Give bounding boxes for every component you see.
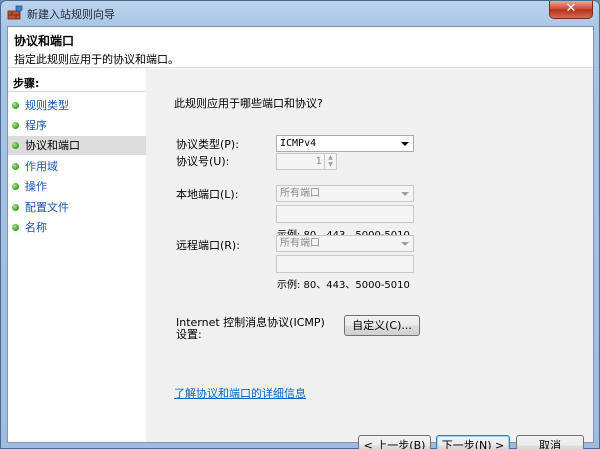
- stepper-buttons[interactable]: ▲ ▼: [324, 154, 336, 169]
- page-subtitle: 指定此规则应用于的协议和端口。: [14, 53, 179, 66]
- chevron-down-icon: [401, 192, 409, 196]
- cancel-button[interactable]: 取消: [516, 435, 584, 449]
- stepper-down-icon[interactable]: ▼: [325, 161, 336, 168]
- step-program[interactable]: 程序: [8, 116, 146, 135]
- firewall-wizard-icon: [7, 5, 23, 20]
- customize-button[interactable]: 自定义(C)...: [344, 315, 420, 336]
- green-dot-icon: [12, 102, 19, 109]
- question-text: 此规则应用于哪些端口和协议?: [174, 97, 323, 110]
- remote-port-select[interactable]: 所有端口: [276, 235, 414, 252]
- close-button[interactable]: ✕: [549, 1, 593, 19]
- chevron-down-icon: [401, 142, 409, 146]
- step-label: 作用域: [25, 160, 58, 173]
- page-title: 协议和端口: [14, 34, 75, 48]
- protocol-type-label: 协议类型(P):: [176, 138, 239, 151]
- steps-title: 步骤:: [13, 77, 40, 90]
- wizard-client-area: 协议和端口 指定此规则应用于的协议和端口。 步骤: 规则类型 程序 协议和端口 …: [7, 26, 594, 449]
- wizard-header: 协议和端口 指定此规则应用于的协议和端口。: [8, 27, 593, 68]
- green-dot-icon: [12, 183, 19, 190]
- step-label: 协议和端口: [25, 139, 80, 152]
- step-rule-type[interactable]: 规则类型: [8, 96, 146, 115]
- step-label: 规则类型: [25, 99, 69, 112]
- remote-port-value: 所有端口: [280, 238, 320, 249]
- protocol-number-value: 1: [315, 156, 322, 167]
- step-protocol-ports[interactable]: 协议和端口: [8, 136, 146, 155]
- green-dot-icon: [12, 122, 19, 129]
- step-label: 程序: [25, 119, 47, 132]
- step-label: 名称: [25, 221, 47, 234]
- local-port-label: 本地端口(L):: [176, 188, 239, 201]
- next-button[interactable]: 下一步(N) >: [436, 435, 510, 449]
- remote-port-label: 远程端口(R):: [176, 239, 240, 252]
- protocol-number-label: 协议号(U):: [176, 155, 230, 168]
- title-bar[interactable]: 新建入站规则向导 ✕: [1, 1, 599, 25]
- main-panel: 此规则应用于哪些端口和协议? 协议类型(P): ICMPv4 协议号(U): 1…: [146, 69, 593, 449]
- green-dot-icon: [12, 142, 19, 149]
- steps-panel: 步骤: 规则类型 程序 协议和端口 作用域 操作 配置文件 名称: [8, 69, 146, 442]
- green-dot-icon: [12, 204, 19, 211]
- local-port-value: 所有端口: [280, 188, 320, 199]
- remote-port-input[interactable]: [276, 255, 414, 273]
- protocol-type-select[interactable]: ICMPv4: [276, 135, 414, 152]
- window-title: 新建入站规则向导: [27, 8, 115, 21]
- learn-more-link[interactable]: 了解协议和端口的详细信息: [174, 385, 306, 401]
- steps-divider: [8, 91, 146, 92]
- remote-port-example: 示例: 80、443、5000-5010: [277, 280, 410, 291]
- green-dot-icon: [12, 224, 19, 231]
- green-dot-icon: [12, 163, 19, 170]
- stepper-up-icon[interactable]: ▲: [325, 154, 336, 161]
- protocol-type-value: ICMPv4: [280, 138, 317, 149]
- step-scope[interactable]: 作用域: [8, 157, 146, 176]
- step-label: 配置文件: [25, 201, 69, 214]
- step-label: 操作: [25, 180, 47, 193]
- step-profile[interactable]: 配置文件: [8, 198, 146, 217]
- step-action[interactable]: 操作: [8, 177, 146, 196]
- icmp-settings-label: Internet 控制消息协议(ICMP)设置:: [176, 316, 325, 341]
- local-port-select[interactable]: 所有端口: [276, 185, 414, 202]
- protocol-number-stepper[interactable]: 1 ▲ ▼: [276, 153, 337, 170]
- back-button[interactable]: < 上一步(B): [358, 435, 431, 449]
- local-port-input[interactable]: [276, 205, 414, 223]
- wizard-window: 新建入站规则向导 ✕ 协议和端口 指定此规则应用于的协议和端口。 步骤: 规则类…: [0, 0, 600, 449]
- step-name[interactable]: 名称: [8, 218, 146, 237]
- chevron-down-icon: [401, 242, 409, 246]
